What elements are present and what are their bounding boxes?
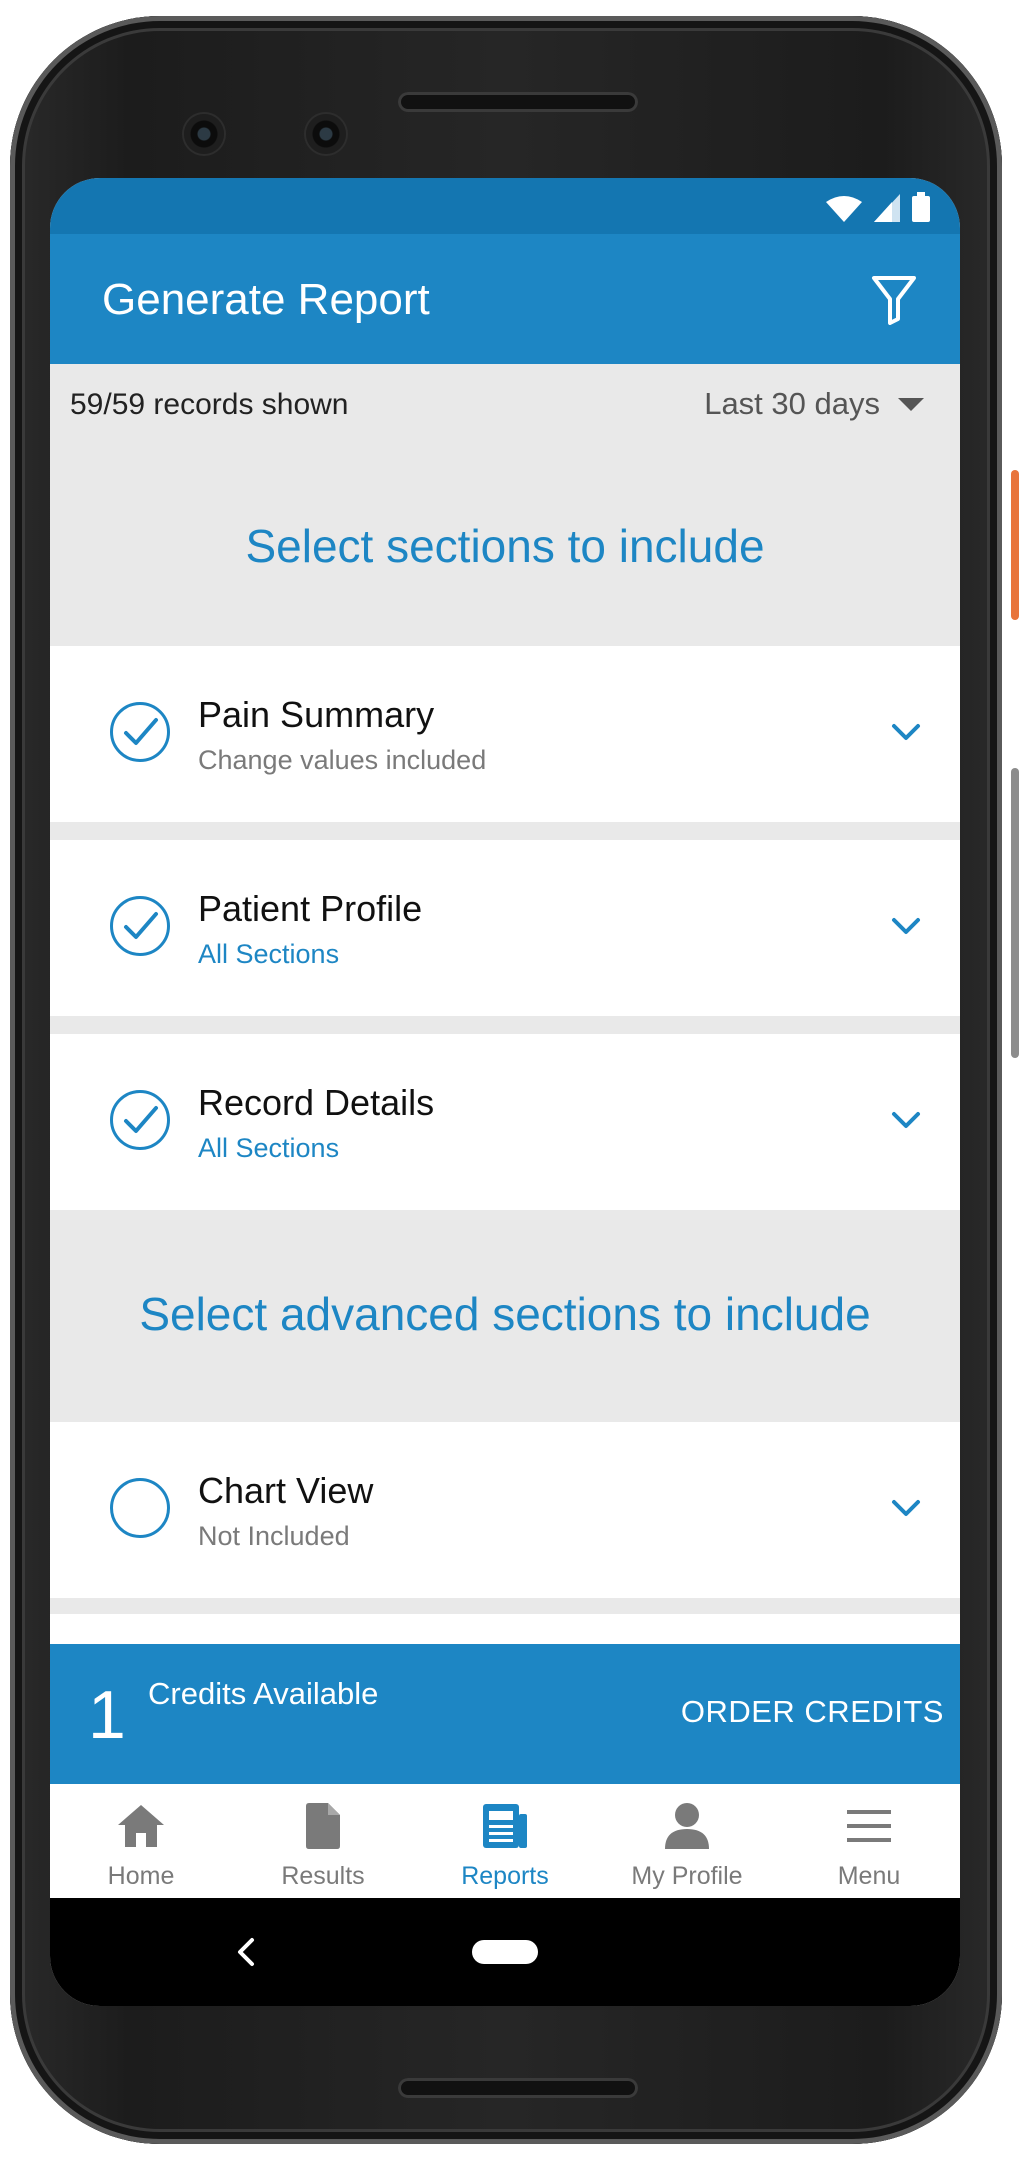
- checkbox-record-details[interactable]: [110, 1090, 170, 1150]
- earpiece-speaker: [398, 92, 638, 112]
- nav-label: Home: [107, 1862, 175, 1890]
- filter-funnel-icon: [872, 276, 916, 325]
- checkbox-patient-profile[interactable]: [110, 896, 170, 956]
- app-bar: Generate Report: [50, 234, 960, 364]
- home-pill-button[interactable]: [472, 1940, 538, 1964]
- section-card-partial[interactable]: [50, 1614, 960, 1644]
- nav-results[interactable]: Results: [232, 1784, 414, 1898]
- front-sensor-icon: [306, 114, 346, 154]
- section-subtitle: All Sections: [198, 1133, 340, 1163]
- sections-heading: Select sections to include: [245, 520, 765, 572]
- nav-label: Menu: [837, 1862, 901, 1890]
- section-title: Record Details: [198, 1082, 435, 1123]
- bottom-nav: Home Results Reports My Profile Menu: [50, 1784, 960, 1898]
- dropdown-caret-icon: [898, 397, 924, 411]
- battery-icon: [912, 192, 930, 222]
- date-range-value: Last 30 days: [704, 386, 880, 421]
- checkmark-icon: [124, 718, 158, 745]
- nav-label: Reports: [461, 1862, 549, 1890]
- credits-count: 1: [88, 1677, 126, 1753]
- bottom-speaker: [398, 2078, 638, 2098]
- credits-label: Credits Available: [148, 1676, 379, 1711]
- power-button[interactable]: [1011, 470, 1019, 620]
- hamburger-menu-icon: [847, 1810, 891, 1842]
- section-subtitle: Not Included: [198, 1521, 350, 1551]
- section-chart-view[interactable]: Chart View Not Included: [50, 1422, 960, 1598]
- chevron-down-icon[interactable]: [890, 1110, 922, 1132]
- chevron-down-icon[interactable]: [890, 916, 922, 938]
- home-icon: [118, 1805, 164, 1847]
- chevron-down-icon[interactable]: [890, 722, 922, 744]
- records-bar: 59/59 records shown Last 30 days: [50, 364, 960, 454]
- nav-label: My Profile: [631, 1862, 743, 1890]
- nav-home[interactable]: Home: [50, 1784, 232, 1898]
- nav-my-profile[interactable]: My Profile: [596, 1784, 778, 1898]
- advanced-sections-heading: Select advanced sections to include: [139, 1288, 871, 1340]
- checkbox-pain-summary[interactable]: [110, 702, 170, 762]
- checkbox-chart-view[interactable]: [110, 1478, 170, 1538]
- nav-menu[interactable]: Menu: [778, 1784, 960, 1898]
- page-title: Generate Report: [102, 275, 430, 324]
- section-subtitle: All Sections: [198, 939, 340, 969]
- front-camera-icon: [184, 114, 224, 154]
- status-bar: [50, 178, 960, 234]
- section-pain-summary[interactable]: Pain Summary Change values included: [50, 646, 960, 822]
- report-icon: [483, 1804, 527, 1848]
- nav-label: Results: [281, 1862, 365, 1890]
- section-title: Chart View: [198, 1470, 374, 1511]
- cell-signal-icon: [874, 194, 900, 222]
- nav-reports[interactable]: Reports: [414, 1784, 596, 1898]
- date-range-dropdown[interactable]: Last 30 days: [704, 386, 924, 422]
- section-title: Pain Summary: [198, 694, 435, 735]
- section-record-details[interactable]: Record Details All Sections: [50, 1034, 960, 1210]
- wifi-icon: [826, 196, 862, 222]
- filter-button[interactable]: [866, 272, 922, 328]
- screen: Generate Report 59/59 records shown Last…: [50, 178, 960, 2006]
- person-icon: [665, 1803, 709, 1849]
- section-subtitle: Change values included: [198, 745, 487, 775]
- checkmark-icon: [124, 1106, 158, 1133]
- system-nav-bar: [50, 1898, 960, 2006]
- credits-bar: 1 Credits Available ORDER CREDITS: [50, 1644, 960, 1784]
- volume-rocker[interactable]: [1011, 768, 1019, 1058]
- chevron-down-icon[interactable]: [890, 1498, 922, 1520]
- back-icon[interactable]: [232, 1936, 260, 1968]
- order-credits-button[interactable]: ORDER CREDITS: [681, 1694, 944, 1730]
- section-title: Patient Profile: [198, 888, 423, 929]
- records-count: 59/59 records shown: [70, 388, 349, 421]
- document-icon: [306, 1803, 340, 1849]
- checkmark-icon: [124, 912, 158, 939]
- section-patient-profile[interactable]: Patient Profile All Sections: [50, 840, 960, 1016]
